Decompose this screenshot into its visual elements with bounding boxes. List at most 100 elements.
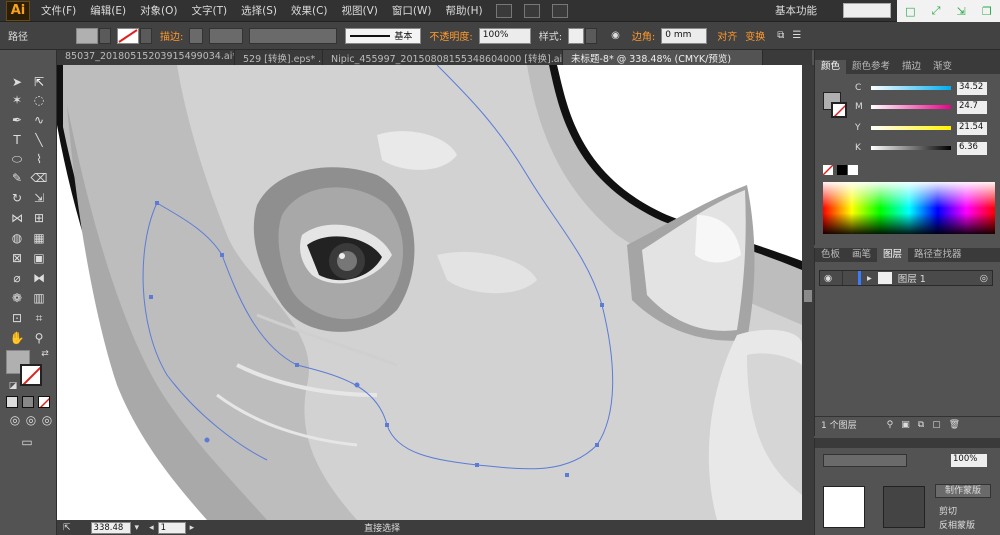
expand-icon[interactable]: ⤢ <box>932 4 941 18</box>
locate-object-icon[interactable]: ⚲ <box>887 420 894 430</box>
zoom-dropdown-icon[interactable]: ▾ <box>135 523 140 533</box>
new-sublayer-icon[interactable]: ⧉ <box>918 420 924 430</box>
line-tool-icon[interactable]: ╲ <box>30 132 48 148</box>
type-tool-icon[interactable]: T <box>8 132 26 148</box>
prev-artboard-icon[interactable]: ◂ <box>149 523 154 533</box>
tab-brushes[interactable]: 画笔 <box>846 248 877 262</box>
yellow-value-input[interactable]: 21.54 <box>957 121 987 135</box>
tab-pathfinder[interactable]: 路径查找器 <box>908 248 968 262</box>
new-layer-icon[interactable]: ▢ <box>932 420 941 430</box>
artboard-canvas[interactable] <box>57 65 802 520</box>
slice-tool-icon[interactable]: ⌗ <box>30 310 48 326</box>
corner-input[interactable]: 0 mm <box>661 27 708 44</box>
none-color-icon[interactable] <box>823 165 833 175</box>
tab-document-2[interactable]: 529 [转换].eps* ... <box>235 50 323 65</box>
slider-yellow[interactable]: Y 21.54 <box>855 120 995 136</box>
fill-swatch[interactable] <box>76 27 98 44</box>
handle-point[interactable] <box>354 382 360 388</box>
curvature-tool-icon[interactable]: ∿ <box>30 112 48 128</box>
ellipse-tool-icon[interactable]: ⬭ <box>8 151 26 167</box>
scale-tool-icon[interactable]: ⇲ <box>30 190 48 206</box>
brush-definition-dropdown[interactable]: 基本 <box>345 27 422 44</box>
magic-wand-tool-icon[interactable]: ✶ <box>8 92 26 108</box>
menu-window[interactable]: 窗口(W) <box>385 3 439 18</box>
slider-magenta[interactable]: M 24.7 <box>855 99 995 115</box>
tab-document-active[interactable]: 未标题-8* @ 338.48% (CMYK/预览) <box>563 50 763 65</box>
scroll-thumb[interactable] <box>804 290 812 302</box>
anchor-point[interactable] <box>385 423 389 427</box>
tab-color[interactable]: 颜色 <box>815 60 847 74</box>
zoom-input[interactable]: 338.48 <box>90 521 131 534</box>
none-mode-icon[interactable] <box>38 396 50 408</box>
align-link[interactable]: 对齐 <box>717 28 737 43</box>
tab-document-1[interactable]: 85037_20180515203915499034.ai* <box>57 50 235 65</box>
stroke-dropdown[interactable] <box>140 27 152 44</box>
anchor-point[interactable] <box>565 473 569 477</box>
invert-mask-label[interactable]: 反相蒙版 <box>939 518 975 531</box>
anchor-point[interactable] <box>295 363 299 367</box>
menu-select[interactable]: 选择(S) <box>234 3 284 18</box>
eraser-tool-icon[interactable]: ⌫ <box>30 170 48 186</box>
arrange-documents-icon[interactable] <box>523 3 540 18</box>
lock-toggle[interactable] <box>842 271 854 285</box>
blend-tool-icon[interactable]: ⧓ <box>30 270 48 286</box>
mesh-tool-icon[interactable]: ⊠ <box>8 250 26 266</box>
tab-document-3[interactable]: Nipic_455997_20150808155348604000 [转换].a… <box>323 50 563 65</box>
anchor-point[interactable] <box>475 463 479 467</box>
anchor-point[interactable] <box>220 253 224 257</box>
cyan-value-input[interactable]: 34.52 <box>957 81 987 95</box>
width-tool-icon[interactable]: ⋈ <box>8 210 26 226</box>
symbol-sprayer-tool-icon[interactable]: ❁ <box>8 290 26 306</box>
free-transform-tool-icon[interactable]: ⊞ <box>30 210 48 226</box>
help-search-input[interactable] <box>843 3 891 18</box>
expand-arrow-icon[interactable]: ▸ <box>867 273 872 284</box>
color-spectrum[interactable] <box>823 182 995 234</box>
make-clipping-mask-icon[interactable]: ▣ <box>901 420 910 430</box>
menu-object[interactable]: 对象(O) <box>133 3 184 18</box>
stroke-weight-input[interactable] <box>209 27 244 44</box>
zoom-tool-icon[interactable]: ⚲ <box>30 330 48 346</box>
black-swatch[interactable] <box>837 165 847 175</box>
artboard-number-input[interactable]: 1 <box>157 521 186 534</box>
stroke-color-swatch[interactable] <box>20 364 42 386</box>
color-mode-icon[interactable] <box>6 396 18 408</box>
pen-tool-icon[interactable]: ✒ <box>8 112 26 128</box>
eyedropper-tool-icon[interactable]: ⌀ <box>8 270 26 286</box>
shape-builder-tool-icon[interactable]: ◍ <box>8 230 26 246</box>
layer-name[interactable]: 图层 1 <box>898 271 926 285</box>
anchor-point[interactable] <box>155 201 159 205</box>
menu-type[interactable]: 文字(T) <box>185 3 235 18</box>
swap-colors-icon[interactable]: ⇄ <box>36 346 54 362</box>
menu-view[interactable]: 视图(V) <box>335 3 385 18</box>
stroke-label[interactable]: 描边: <box>160 28 183 43</box>
workspace-switcher[interactable]: 基本功能 <box>775 3 817 18</box>
tab-swatches[interactable]: 色板 <box>815 248 846 262</box>
target-icon[interactable]: ◎ <box>980 273 988 284</box>
tab-stroke[interactable]: 描边 <box>896 60 927 74</box>
vertical-scrollbar[interactable] <box>802 65 814 520</box>
paintbrush-tool-icon[interactable]: ⌇ <box>30 151 48 167</box>
opacity-label[interactable]: 不透明度: <box>429 28 472 43</box>
tab-layers[interactable]: 图层 <box>877 248 909 262</box>
anchor-point[interactable] <box>595 443 599 447</box>
visibility-eye-icon[interactable]: ◉ <box>824 273 842 284</box>
blend-mode-dropdown[interactable] <box>823 454 907 467</box>
gpu-icon[interactable] <box>551 3 568 18</box>
make-mask-button[interactable]: 制作蒙版 <box>935 484 991 498</box>
artboard-tool-icon[interactable]: ⊡ <box>8 310 26 326</box>
recolor-icon[interactable]: ◉ <box>611 30 620 41</box>
screen-mode-icon[interactable]: ▭ <box>18 434 36 450</box>
next-artboard-icon[interactable]: ▸ <box>190 523 195 533</box>
variable-width-dropdown[interactable] <box>249 27 338 44</box>
tab-color-guide[interactable]: 颜色参考 <box>846 60 896 74</box>
anchor-point[interactable] <box>149 295 153 299</box>
default-colors-icon[interactable]: ◪ <box>4 378 22 394</box>
isolate-icon[interactable]: ⧉ <box>777 30 784 41</box>
stroke-weight-stepper[interactable] <box>189 27 204 44</box>
transparency-opacity-input[interactable]: 100% <box>951 454 987 467</box>
corner-label[interactable]: 边角: <box>632 28 655 43</box>
white-swatch[interactable] <box>848 165 858 175</box>
fill-dropdown[interactable] <box>99 27 111 44</box>
nav-icon[interactable]: ⇱ <box>63 523 71 533</box>
copy-icon[interactable]: ❐ <box>982 5 992 18</box>
